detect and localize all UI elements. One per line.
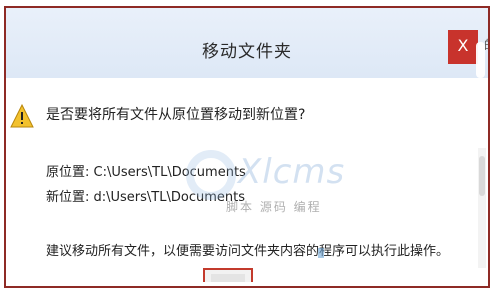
dialog-title: 移动文件夹 [202, 42, 292, 62]
new-location-text: 新位置: d:\Users\TL\Documents [46, 190, 245, 205]
screenshot-root: 移动文件夹 X 的 是否要将所有文件从原位置移动到新位置? 原位置: C:\Us… [0, 0, 496, 292]
text-selection-mark [318, 248, 324, 258]
dialog-titlebar[interactable]: 移动文件夹 [6, 8, 488, 78]
background-scrollbar-thumb[interactable] [479, 156, 485, 196]
background-window-text: 的 [484, 36, 488, 53]
close-button[interactable]: X [448, 30, 478, 64]
close-icon: X [457, 36, 469, 55]
dialog-action-button-face [211, 274, 245, 282]
watermark-logo-text: Xlcms [238, 152, 346, 192]
move-folder-dialog: 移动文件夹 X 的 是否要将所有文件从原位置移动到新位置? 原位置: C:\Us… [4, 6, 490, 288]
original-location-text: 原位置: C:\Users\TL\Documents [46, 165, 246, 180]
advice-text: 建议移动所有文件，以便需要访问文件夹内容的程序可以执行此操作。 [46, 244, 450, 259]
move-question-text: 是否要将所有文件从原位置移动到新位置? [46, 107, 306, 123]
warning-triangle-icon [10, 104, 34, 128]
